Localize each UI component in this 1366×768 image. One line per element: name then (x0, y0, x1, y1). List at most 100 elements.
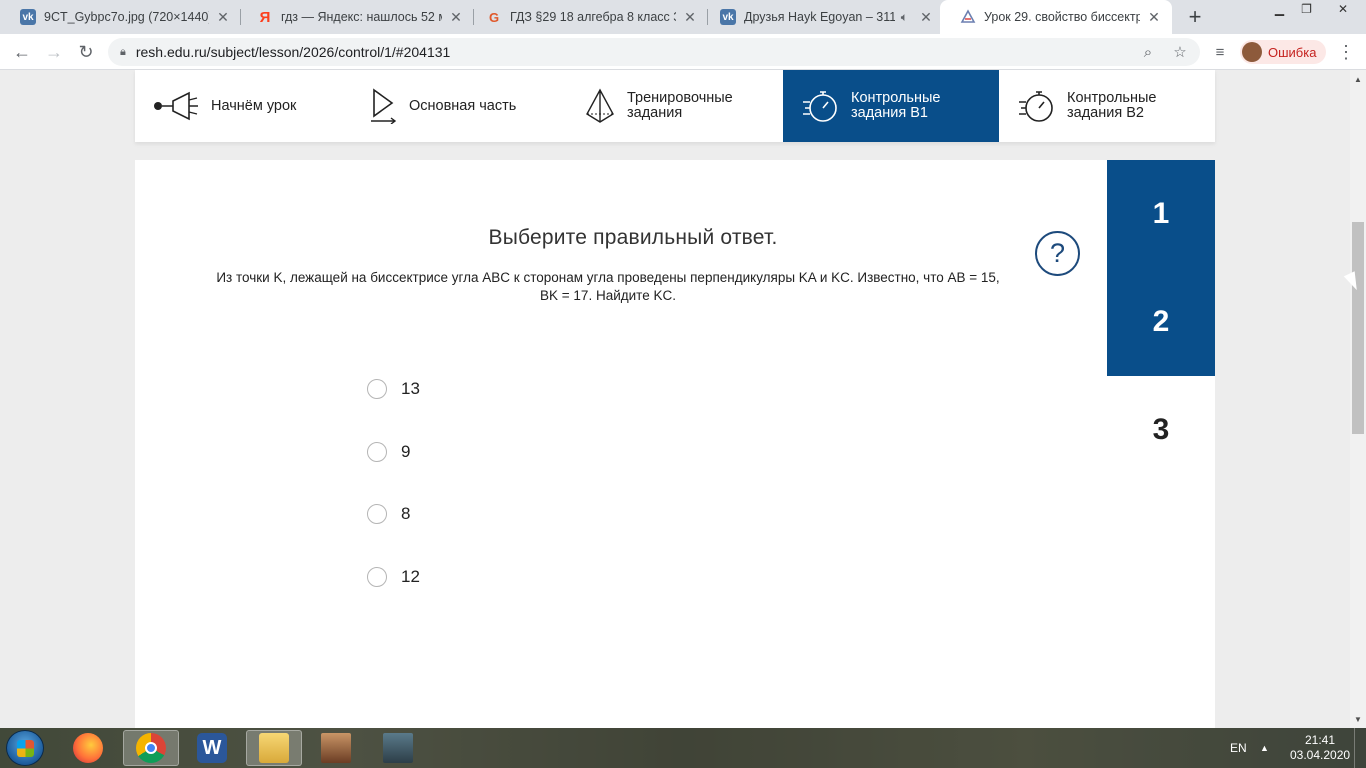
reload-button[interactable]: ↻ (72, 38, 100, 66)
tab-title: Урок 29. свойство биссектрис (984, 10, 1140, 24)
answer-option[interactable]: 12 (367, 546, 420, 609)
browser-tab[interactable]: vk Друзья Hayk Egoyan – 311 🔈︎ ✕ (700, 0, 944, 34)
language-indicator[interactable]: EN (1230, 728, 1247, 768)
avatar (1242, 42, 1262, 62)
task-number-1[interactable]: 1 (1107, 160, 1215, 268)
url-text: resh.edu.ru/subject/lesson/2026/control/… (135, 44, 451, 60)
page-scrollbar[interactable]: ▲ ▼ (1350, 70, 1366, 728)
lesson-nav-label: Основная часть (409, 97, 517, 114)
browser-tab-active[interactable]: Урок 29. свойство биссектрис ✕ (940, 0, 1172, 34)
tab-strip: vk 9CT_Gybpc7o.jpg (720×1440) ✕ Я гдз — … (0, 0, 1366, 34)
folder-icon (259, 733, 289, 763)
zoom-icon[interactable]: ⌕ (1138, 42, 1158, 62)
back-button[interactable]: ← (8, 38, 36, 66)
scroll-up-arrow-icon[interactable]: ▲ (1350, 72, 1366, 86)
lesson-nav-start[interactable]: Начнём урок (135, 70, 351, 142)
yandex-icon: Я (259, 8, 271, 26)
radio-button[interactable] (367, 379, 387, 400)
pyramid-icon (586, 88, 614, 123)
close-icon[interactable]: ✕ (215, 9, 231, 25)
browser-tab[interactable]: vk 9CT_Gybpc7o.jpg (720×1440) ✕ (0, 0, 241, 34)
speaker-icon[interactable]: 🔈︎ (901, 9, 908, 25)
problem-line: BK = 17. Найдите KC. (540, 288, 676, 303)
play-icon (371, 88, 397, 124)
task-card: 1 2 3 Выберите правильный ответ. ? Из то… (135, 160, 1215, 728)
vk-icon: vk (20, 9, 36, 25)
star-icon[interactable]: ☆ (1170, 42, 1190, 62)
answer-label: 8 (401, 504, 411, 524)
tab-title: 9CT_Gybpc7o.jpg (720×1440) (44, 10, 209, 24)
task-number-list: 1 2 3 (1107, 160, 1215, 484)
browser-tab[interactable]: G ГДЗ §29 18 алгебра 8 класс За ✕ (466, 0, 708, 34)
vk-icon: vk (720, 9, 736, 25)
game-icon (321, 733, 351, 763)
chrome-app[interactable] (123, 730, 179, 766)
menu-icon[interactable]: ⋮ (1332, 38, 1360, 66)
answer-option[interactable]: 13 (367, 358, 420, 421)
taskbar: W EN ▲ 21:41 03.04.2020 (0, 728, 1366, 768)
lesson-nav-control-b1[interactable]: Контрольные задания В1 (783, 70, 999, 142)
answer-label: 13 (401, 379, 420, 399)
lesson-nav-label: Начнём урок (211, 97, 297, 114)
browser-tab[interactable]: Я гдз — Яндекс: нашлось 52 млн ✕ (237, 0, 474, 34)
tab-title: гдз — Яндекс: нашлось 52 млн (281, 10, 442, 24)
clock-date: 03.04.2020 (1290, 748, 1351, 762)
forward-button[interactable]: → (40, 38, 68, 66)
page-viewport: Начнём урок Основная часть Тренировочные… (0, 70, 1350, 728)
explorer-app[interactable] (246, 730, 302, 766)
new-tab-button[interactable]: + (1181, 4, 1209, 30)
task-number-2[interactable]: 2 (1107, 268, 1215, 376)
address-bar[interactable]: 🔒︎ resh.edu.ru/subject/lesson/2026/contr… (108, 38, 1200, 66)
problem-line: Из точки K, лежащей на биссектрисе угла … (216, 270, 1000, 285)
game-app[interactable] (308, 730, 364, 766)
tab-title: ГДЗ §29 18 алгебра 8 класс За (510, 10, 676, 24)
task-number-3[interactable]: 3 (1107, 376, 1215, 484)
start-button[interactable] (6, 730, 44, 766)
media-icon[interactable]: ≡ (1206, 38, 1234, 66)
profile-button[interactable]: Ошибка (1240, 40, 1327, 64)
counter-strike-icon (383, 733, 413, 763)
stopwatch-icon (1019, 91, 1053, 122)
tab-title: Друзья Hayk Egoyan – 311 (744, 10, 895, 24)
show-desktop-button[interactable] (1354, 728, 1366, 768)
window-controls: ▁ ❐ ✕ (1266, 0, 1366, 20)
word-icon: W (197, 733, 227, 763)
tray-expand-icon[interactable]: ▲ (1260, 728, 1269, 768)
browser-toolbar: ← → ↻ 🔒︎ resh.edu.ru/subject/lesson/2026… (0, 34, 1366, 70)
lesson-nav-label: Контрольные задания В2 (1067, 90, 1157, 121)
firefox-app[interactable] (60, 730, 116, 766)
clock-time: 21:41 (1304, 733, 1336, 747)
minimize-button[interactable]: ▁ (1266, 0, 1293, 18)
restore-button[interactable]: ❐ (1293, 0, 1320, 18)
radio-button[interactable] (367, 504, 387, 525)
radio-button[interactable] (367, 566, 387, 587)
clock[interactable]: 21:41 03.04.2020 (1290, 733, 1350, 763)
answer-option[interactable]: 9 (367, 421, 420, 484)
radio-button[interactable] (367, 441, 387, 462)
counter-strike-app[interactable] (370, 730, 426, 766)
lesson-nav-main[interactable]: Основная часть (351, 70, 567, 142)
window-close-button[interactable]: ✕ (1320, 0, 1366, 18)
stopwatch-icon (803, 91, 837, 122)
lesson-nav-training[interactable]: Тренировочные задания (567, 70, 783, 142)
scroll-down-arrow-icon[interactable]: ▼ (1350, 712, 1366, 726)
lesson-nav: Начнём урок Основная часть Тренировочные… (135, 70, 1215, 142)
firefox-icon (73, 733, 103, 763)
close-icon[interactable]: ✕ (918, 9, 934, 25)
resh-icon (960, 9, 976, 25)
word-app[interactable]: W (184, 730, 240, 766)
profile-status: Ошибка (1268, 44, 1317, 60)
answer-option[interactable]: 8 (367, 483, 420, 546)
problem-text: Из точки K, лежащей на биссектрисе угла … (185, 269, 1031, 305)
megaphone-icon (154, 91, 198, 121)
question-title: Выберите правильный ответ. (488, 226, 778, 249)
close-icon[interactable]: ✕ (1146, 9, 1162, 25)
lesson-nav-control-b2[interactable]: Контрольные задания В2 (999, 70, 1215, 142)
answer-options: 13 9 8 12 (367, 358, 420, 608)
chrome-icon (136, 733, 166, 763)
help-button[interactable]: ? (1035, 231, 1080, 276)
lock-icon: 🔒︎ (120, 45, 126, 58)
close-icon[interactable]: ✕ (448, 9, 464, 25)
scrollbar-thumb[interactable] (1352, 222, 1364, 434)
close-icon[interactable]: ✕ (682, 9, 698, 25)
